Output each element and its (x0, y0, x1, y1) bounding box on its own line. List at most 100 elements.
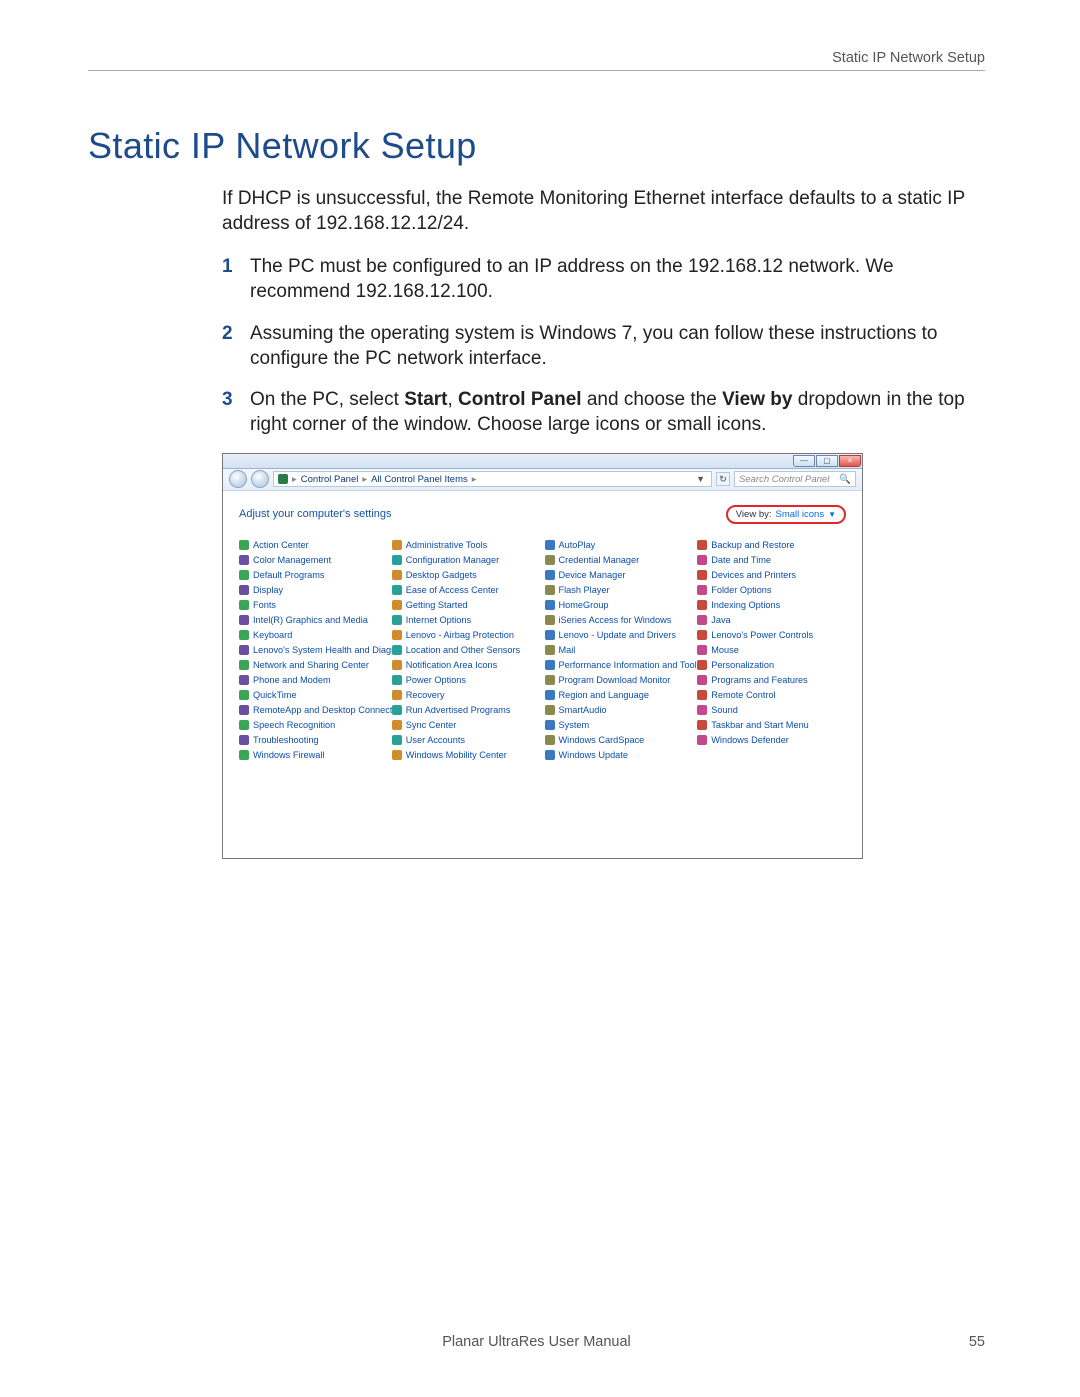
address-bar: ▸ Control Panel ▸ All Control Panel Item… (223, 469, 862, 491)
control-panel-item[interactable]: Credential Manager (545, 553, 698, 568)
control-panel-item[interactable]: System (545, 718, 698, 733)
control-panel-item[interactable]: Taskbar and Start Menu (697, 718, 850, 733)
breadcrumb-segment[interactable]: All Control Panel Items (371, 474, 468, 485)
control-panel-item[interactable]: Getting Started (392, 598, 545, 613)
control-panel-item[interactable]: SmartAudio (545, 703, 698, 718)
item-icon (697, 555, 707, 565)
search-input[interactable]: Search Control Panel 🔍 (734, 471, 856, 487)
control-panel-item[interactable]: Action Center (239, 538, 392, 553)
control-panel-item[interactable]: Intel(R) Graphics and Media (239, 613, 392, 628)
control-panel-item[interactable]: Windows CardSpace (545, 733, 698, 748)
control-panel-item[interactable]: Windows Mobility Center (392, 748, 545, 763)
control-panel-item[interactable]: Backup and Restore (697, 538, 850, 553)
breadcrumb-segment[interactable]: Control Panel (301, 474, 359, 485)
maximize-button[interactable]: ▢ (816, 455, 838, 467)
control-panel-item[interactable]: Fonts (239, 598, 392, 613)
control-panel-item[interactable]: Devices and Printers (697, 568, 850, 583)
refresh-button[interactable]: ↻ (716, 472, 730, 486)
nav-forward-button[interactable] (251, 470, 269, 488)
control-panel-item[interactable]: Ease of Access Center (392, 583, 545, 598)
item-icon (239, 735, 249, 745)
control-panel-item[interactable]: RemoteApp and Desktop Connections (239, 703, 392, 718)
view-by-label: View by: (736, 509, 772, 520)
item-icon (392, 615, 402, 625)
control-panel-item[interactable]: QuickTime (239, 688, 392, 703)
item-label: Ease of Access Center (406, 585, 499, 595)
control-panel-item[interactable]: User Accounts (392, 733, 545, 748)
item-icon (392, 585, 402, 595)
control-panel-item[interactable]: Java (697, 613, 850, 628)
control-panel-item[interactable]: Internet Options (392, 613, 545, 628)
control-panel-item[interactable]: Windows Firewall (239, 748, 392, 763)
control-panel-item[interactable]: Notification Area Icons (392, 658, 545, 673)
control-panel-item[interactable]: Default Programs (239, 568, 392, 583)
item-icon (239, 660, 249, 670)
control-panel-item[interactable]: Indexing Options (697, 598, 850, 613)
item-label: Device Manager (559, 570, 626, 580)
control-panel-item[interactable]: Sound (697, 703, 850, 718)
close-button[interactable]: × (839, 455, 861, 467)
control-panel-item[interactable]: Personalization (697, 658, 850, 673)
item-icon (239, 540, 249, 550)
item-label: System (559, 720, 590, 730)
control-panel-item[interactable]: Administrative Tools (392, 538, 545, 553)
control-panel-item[interactable]: Lenovo - Airbag Protection (392, 628, 545, 643)
control-panel-item[interactable]: Speech Recognition (239, 718, 392, 733)
control-panel-item[interactable]: Date and Time (697, 553, 850, 568)
item-icon (545, 615, 555, 625)
control-panel-item[interactable]: Location and Other Sensors (392, 643, 545, 658)
item-icon (239, 570, 249, 580)
control-panel-item[interactable]: Programs and Features (697, 673, 850, 688)
control-panel-item[interactable]: Region and Language (545, 688, 698, 703)
control-panel-item[interactable]: Configuration Manager (392, 553, 545, 568)
control-panel-item[interactable]: Desktop Gadgets (392, 568, 545, 583)
breadcrumb[interactable]: ▸ Control Panel ▸ All Control Panel Item… (273, 471, 712, 487)
item-label: Credential Manager (559, 555, 640, 565)
item-label: HomeGroup (559, 600, 609, 610)
control-panel-item[interactable]: Phone and Modem (239, 673, 392, 688)
control-panel-item[interactable]: Folder Options (697, 583, 850, 598)
item-label: Windows Update (559, 750, 628, 760)
control-panel-item[interactable]: Flash Player (545, 583, 698, 598)
control-panel-item[interactable]: Windows Update (545, 748, 698, 763)
item-label: Internet Options (406, 615, 471, 625)
control-panel-item[interactable]: HomeGroup (545, 598, 698, 613)
control-panel-item[interactable]: Troubleshooting (239, 733, 392, 748)
control-panel-item[interactable]: Color Management (239, 553, 392, 568)
control-panel-item[interactable]: Run Advertised Programs (392, 703, 545, 718)
control-panel-item[interactable]: iSeries Access for Windows (545, 613, 698, 628)
item-label: Speech Recognition (253, 720, 335, 730)
window-titlebar: — ▢ × (223, 454, 862, 469)
control-panel-item[interactable]: Performance Information and Tools (545, 658, 698, 673)
item-icon (392, 705, 402, 715)
control-panel-item[interactable]: Windows Defender (697, 733, 850, 748)
item-label: Program Download Monitor (559, 675, 671, 685)
control-panel-item[interactable]: Display (239, 583, 392, 598)
control-panel-item[interactable]: Sync Center (392, 718, 545, 733)
control-panel-item[interactable]: Device Manager (545, 568, 698, 583)
minimize-button[interactable]: — (793, 455, 815, 467)
step-frag: , (447, 389, 458, 410)
item-label: Keyboard (253, 630, 292, 640)
control-panel-item[interactable]: Program Download Monitor (545, 673, 698, 688)
control-panel-item[interactable]: Mail (545, 643, 698, 658)
view-by-dropdown[interactable]: View by: Small icons ▼ (726, 505, 846, 524)
control-panel-item[interactable]: Lenovo - Update and Drivers (545, 628, 698, 643)
control-panel-item[interactable]: Recovery (392, 688, 545, 703)
control-panel-item[interactable]: Lenovo's Power Controls (697, 628, 850, 643)
control-panel-item[interactable]: Remote Control (697, 688, 850, 703)
chevron-down-icon[interactable]: ▼ (696, 474, 705, 484)
control-panel-item[interactable]: Network and Sharing Center (239, 658, 392, 673)
item-label: Sound (711, 705, 738, 715)
step-frag: and choose the (582, 389, 723, 410)
item-label: AutoPlay (559, 540, 596, 550)
control-panel-item[interactable]: Power Options (392, 673, 545, 688)
chevron-down-icon: ▼ (828, 510, 836, 519)
item-label: QuickTime (253, 690, 297, 700)
control-panel-item[interactable]: Lenovo's System Health and Diagno... (239, 643, 392, 658)
control-panel-item[interactable]: AutoPlay (545, 538, 698, 553)
control-panel-item[interactable]: Keyboard (239, 628, 392, 643)
control-panel-item[interactable]: Mouse (697, 643, 850, 658)
item-label: Administrative Tools (406, 540, 488, 550)
nav-back-button[interactable] (229, 470, 247, 488)
